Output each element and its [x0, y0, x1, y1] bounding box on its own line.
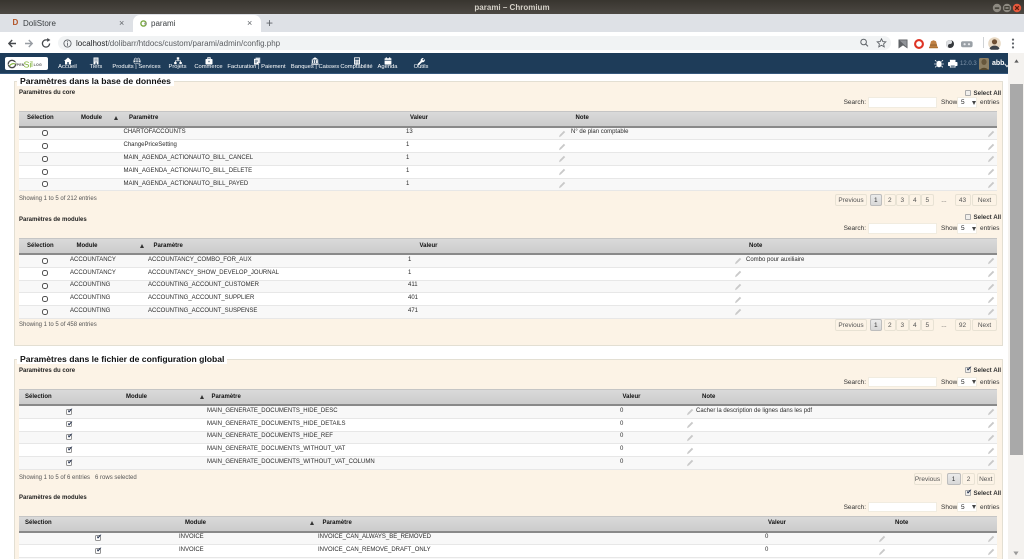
svg-text:Si: Si [23, 59, 31, 69]
